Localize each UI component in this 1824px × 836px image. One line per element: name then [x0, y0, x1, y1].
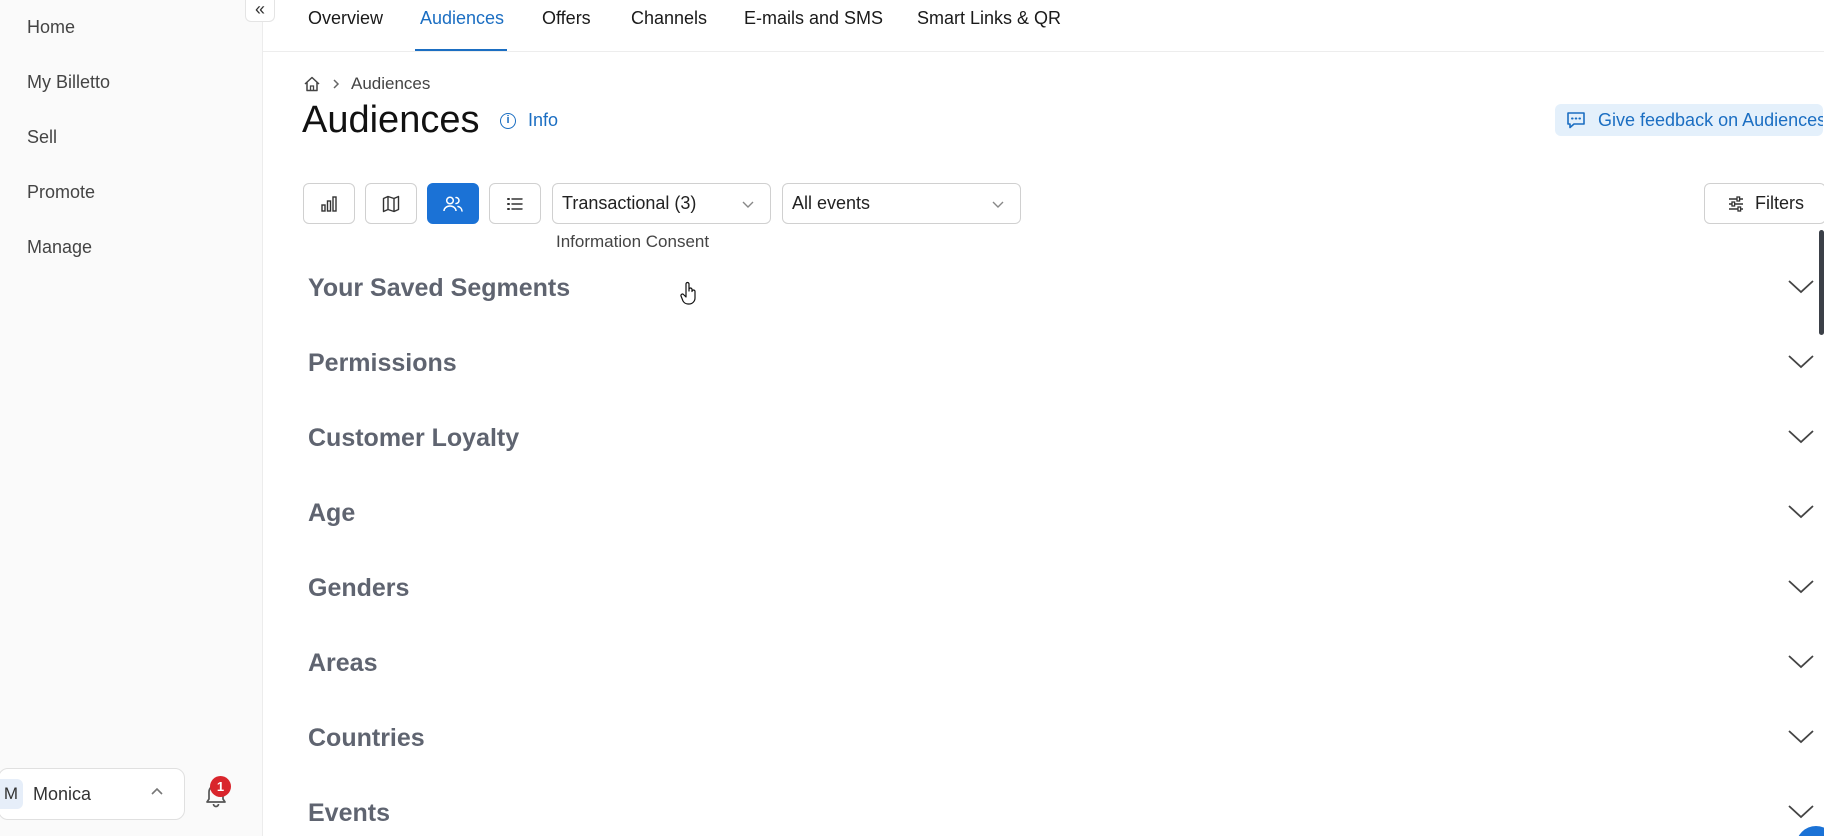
top-tabs: Overview Audiences Offers Channels E-mai…	[263, 0, 1824, 52]
page-title: Audiences	[302, 99, 480, 141]
consent-select-caption: Information Consent	[556, 232, 710, 251]
section-title: Customer Loyalty	[308, 424, 520, 452]
chevron-down-icon	[1788, 430, 1814, 444]
home-icon[interactable]	[303, 75, 321, 93]
chevron-down-icon	[1788, 280, 1814, 294]
view-audience-button[interactable]	[427, 183, 479, 224]
section-age[interactable]: Age	[303, 499, 1824, 559]
chat-bubble-icon	[1567, 112, 1585, 129]
events-select-value: All events	[792, 193, 871, 213]
hand-cursor-icon	[680, 281, 696, 305]
section-title: Age	[308, 499, 356, 527]
filters-button[interactable]: Filters	[1704, 183, 1824, 224]
section-customer-loyalty[interactable]: Customer Loyalty	[303, 424, 1824, 484]
sliders-icon	[1729, 195, 1743, 212]
info-link[interactable]: i Info	[500, 110, 558, 131]
chevron-up-icon	[151, 787, 163, 795]
users-icon	[443, 195, 463, 212]
chevron-down-icon	[992, 201, 1004, 208]
feedback-button[interactable]: Give feedback on Audiences	[1555, 104, 1823, 136]
info-icon: i	[500, 112, 516, 129]
map-icon	[382, 195, 400, 212]
section-permissions[interactable]: Permissions	[303, 349, 1824, 409]
consent-select-value: Transactional (3)	[562, 193, 697, 213]
sidebar: Home My Billetto Sell Promote Manage M M…	[0, 0, 263, 836]
section-title: Areas	[308, 649, 378, 677]
tab-emails-sms[interactable]: E-mails and SMS	[744, 8, 883, 29]
chevron-down-icon	[1788, 355, 1814, 369]
section-countries[interactable]: Countries	[303, 724, 1824, 784]
chevron-down-icon	[1788, 655, 1814, 669]
sidebar-item-manage[interactable]: Manage	[27, 237, 92, 258]
tab-audiences[interactable]: Audiences	[420, 8, 504, 29]
active-tab-indicator	[415, 49, 507, 51]
section-title: Permissions	[308, 349, 457, 377]
section-events[interactable]: Events	[303, 799, 1824, 836]
sidebar-item-home[interactable]: Home	[27, 17, 75, 38]
user-name: Monica	[33, 783, 92, 804]
bar-chart-icon	[321, 195, 337, 212]
sidebar-collapse-button[interactable]: «	[245, 0, 275, 22]
sidebar-item-promote[interactable]: Promote	[27, 182, 95, 203]
breadcrumb: Audiences	[303, 74, 430, 94]
tab-overview[interactable]: Overview	[308, 8, 383, 29]
view-list-button[interactable]	[489, 183, 541, 224]
filters-label: Filters	[1755, 193, 1804, 213]
sidebar-item-sell[interactable]: Sell	[27, 127, 57, 148]
section-areas[interactable]: Areas	[303, 649, 1824, 709]
events-select[interactable]: All events	[782, 183, 1021, 224]
section-title: Countries	[308, 724, 425, 752]
section-title: Your Saved Segments	[308, 274, 571, 302]
chevron-down-icon	[1788, 805, 1814, 819]
sidebar-item-my-billetto[interactable]: My Billetto	[27, 72, 110, 93]
double-chevron-left-icon: «	[254, 0, 265, 19]
info-label: Info	[528, 110, 559, 130]
tab-offers[interactable]: Offers	[542, 8, 591, 29]
notification-badge: 1	[210, 776, 231, 797]
tab-channels[interactable]: Channels	[631, 8, 707, 29]
section-genders[interactable]: Genders	[303, 574, 1824, 634]
chevron-down-icon	[1788, 730, 1814, 744]
view-map-button[interactable]	[365, 183, 417, 224]
section-saved-segments[interactable]: Your Saved Segments	[303, 274, 1824, 334]
section-title: Events	[308, 799, 390, 827]
list-icon	[507, 197, 523, 210]
breadcrumb-current: Audiences	[351, 74, 431, 93]
chevron-down-icon	[1788, 505, 1814, 519]
view-chart-button[interactable]	[303, 183, 355, 224]
user-menu[interactable]: M Monica	[0, 768, 185, 820]
consent-select[interactable]: Transactional (3)	[552, 183, 771, 224]
tab-smart-links-qr[interactable]: Smart Links & QR	[917, 8, 1061, 29]
section-title: Genders	[308, 574, 410, 602]
chevron-right-icon	[333, 79, 340, 89]
scrollbar[interactable]	[1819, 230, 1824, 335]
chevron-down-icon	[1788, 580, 1814, 594]
avatar: M	[0, 779, 23, 809]
chevron-down-icon	[742, 201, 754, 208]
feedback-label: Give feedback on Audiences	[1598, 109, 1823, 130]
